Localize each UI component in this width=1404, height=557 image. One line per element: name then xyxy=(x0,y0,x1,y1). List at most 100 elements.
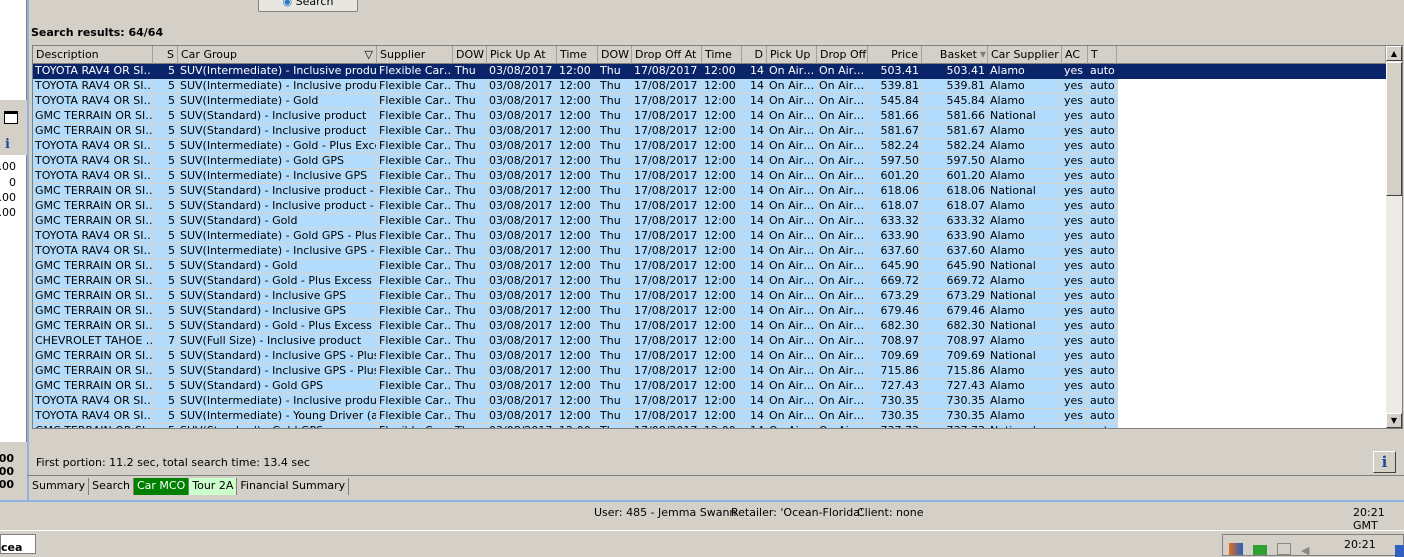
table-row[interactable]: TOYOTA RAV4 OR SI… 5 SUV(Intermediate) - I… xyxy=(33,79,1386,94)
table-row[interactable]: GMC TERRAIN OR SI… 5 SUV(Standard) - Inclu… xyxy=(33,109,1386,124)
cell-car-group: SUV(Standard) - Gold - Plus Excess R… xyxy=(178,319,377,334)
table-row[interactable]: GMC TERRAIN OR SI… 5 SUV(Standard) - Inclu… xyxy=(33,199,1386,214)
cell-dropoff-location: On Air… xyxy=(817,124,868,139)
tray-app-icon[interactable] xyxy=(1229,543,1243,555)
table-row[interactable]: GMC TERRAIN OR SI… 5 SUV(Standard) - Inclu… xyxy=(33,349,1386,364)
cell-price: 645.90 xyxy=(868,259,922,274)
info-icon[interactable]: i xyxy=(5,137,10,152)
cell-description: TOYOTA RAV4 OR SI… xyxy=(33,154,153,169)
cell-seats: 5 xyxy=(153,229,178,244)
info-button[interactable]: i xyxy=(1373,451,1396,473)
table-row[interactable]: GMC TERRAIN OR SI… 5 SUV(Standard) - Inclu… xyxy=(33,364,1386,379)
tab-search[interactable]: Search xyxy=(89,478,134,495)
tab-tour-2a[interactable]: Tour 2A xyxy=(189,478,238,495)
column-header-seats[interactable]: S xyxy=(153,46,178,64)
cell-dropoff-dow: Thu xyxy=(598,154,632,169)
column-header-basket[interactable]: Basket ▼ xyxy=(922,46,988,64)
table-row[interactable]: GMC TERRAIN OR SI… 5 SUV(Standard) - Inclu… xyxy=(33,289,1386,304)
scroll-thumb[interactable] xyxy=(1386,62,1402,196)
table-row[interactable]: GMC TERRAIN OR SI… 5 SUV(Standard) - Inclu… xyxy=(33,124,1386,139)
cell-description: TOYOTA RAV4 OR SI… xyxy=(33,94,153,109)
column-header-supplier[interactable]: Supplier xyxy=(377,46,453,64)
cell-days: 14 xyxy=(742,79,767,94)
table-row[interactable]: TOYOTA RAV4 OR SI… 5 SUV(Intermediate) - G… xyxy=(33,94,1386,109)
show-desktop-icon[interactable] xyxy=(1395,545,1404,557)
table-row[interactable]: GMC TERRAIN OR SI…5SUV(Standard) - Gold … xyxy=(33,274,1386,289)
results-grid: Description S Car Group ▽ Supplier DOW Pick Up… xyxy=(32,45,1403,429)
table-row[interactable]: TOYOTA RAV4 OR SI… 5 SUV(Intermediate) - I… xyxy=(33,169,1386,184)
column-header-car-supplier[interactable]: Car Supplier xyxy=(988,46,1062,64)
column-header-price[interactable]: Price xyxy=(868,46,922,64)
tab-car-mco[interactable]: Car MCO xyxy=(133,478,190,495)
cell-supplier: Flexible Car… xyxy=(377,274,453,289)
scroll-down-button[interactable]: ▼ xyxy=(1386,413,1402,428)
table-row[interactable]: TOYOTA RAV4 OR SI… 5 SUV(Intermediate) - G… xyxy=(33,139,1386,154)
table-row[interactable]: TOYOTA RAV4 OR SI… 5 SUV(Intermediate) - Y… xyxy=(33,409,1386,424)
table-row[interactable]: GMC TERRAIN OR SI… 5 SUV(Standard) - Gold F… xyxy=(33,214,1386,229)
cell-dropoff-at: 17/08/2017 xyxy=(632,79,702,94)
vertical-scrollbar[interactable]: ▲ ▼ xyxy=(1386,46,1402,428)
cell-pickup-time: 12:00 xyxy=(557,139,598,154)
filter-icon[interactable]: ▽ xyxy=(365,46,373,63)
table-row[interactable]: GMC TERRAIN OR SI…5SUV(Standard) - Gold … xyxy=(33,379,1386,394)
scroll-up-button[interactable]: ▲ xyxy=(1386,46,1402,61)
cell-pickup-at: 03/08/2017 xyxy=(487,244,557,259)
cell-dropoff-time: 12:00 xyxy=(702,304,742,319)
tray-device-icon[interactable] xyxy=(1277,543,1291,555)
cell-dropoff-location: On Air… xyxy=(817,139,868,154)
cell-dropoff-dow: Thu xyxy=(598,199,632,214)
column-header-dropoff-at[interactable]: Drop Off At xyxy=(632,46,702,64)
left-value: .00 xyxy=(0,206,16,219)
cell-description: TOYOTA RAV4 OR SI… xyxy=(33,169,153,184)
table-row[interactable]: GMC TERRAIN OR SI… 5 SUV(Standard) - Inclu… xyxy=(33,184,1386,199)
tab-summary[interactable]: Summary xyxy=(29,478,90,495)
taskbar-item[interactable]: cea xyxy=(0,534,36,554)
cell-pickup-time: 12:00 xyxy=(557,349,598,364)
table-row[interactable]: CHEVROLET TAHOE … 7 SUV(Full Size) - Inclu… xyxy=(33,334,1386,349)
table-row[interactable]: GMC TERRAIN OR SI…5SUV(Standard) - Gold … xyxy=(33,424,1386,428)
cell-dropoff-location: On Air… xyxy=(817,304,868,319)
cell-dropoff-location: On Air… xyxy=(817,349,868,364)
window-restore-icon[interactable] xyxy=(4,111,18,124)
tray-network-icon[interactable] xyxy=(1253,545,1267,555)
search-button[interactable]: ◉ Search xyxy=(258,0,358,12)
column-header-dropoff-location[interactable]: Drop Off xyxy=(817,46,868,64)
column-header-description[interactable]: Description xyxy=(33,46,153,64)
left-side-panel: i .00 0 .00 .00 00 00 00 xyxy=(0,0,27,500)
column-header-filler xyxy=(1117,46,1386,64)
table-row[interactable]: GMC TERRAIN OR SI… 5 SUV(Standard) - Inclu… xyxy=(33,304,1386,319)
table-row[interactable]: TOYOTA RAV4 OR SI… 5 SUV(Intermediate) - I… xyxy=(33,244,1386,259)
column-header-pickup-location[interactable]: Pick Up xyxy=(767,46,817,64)
tray-clock[interactable]: 20:21 xyxy=(1344,538,1376,551)
table-row[interactable]: GMC TERRAIN OR SI…5SUV(Standard) - Gold … xyxy=(33,319,1386,334)
column-header-ac[interactable]: AC xyxy=(1062,46,1088,64)
column-header-car-group[interactable]: Car Group ▽ xyxy=(178,46,377,64)
cell-days: 14 xyxy=(742,394,767,409)
cell-car-group: SUV(Intermediate) - Inclusive product… xyxy=(178,79,377,94)
table-row[interactable]: TOYOTA RAV4 OR SI… 5 SUV(Intermediate) - I… xyxy=(33,64,1386,79)
cell-pickup-location: On Air… xyxy=(767,289,817,304)
tab-financial-summary[interactable]: Financial Summary xyxy=(237,478,350,495)
cell-seats: 5 xyxy=(153,394,178,409)
cell-dropoff-at: 17/08/2017 xyxy=(632,304,702,319)
tray-volume-icon[interactable]: ◀ xyxy=(1301,544,1309,557)
cell-days: 14 xyxy=(742,349,767,364)
column-header-pickup-at[interactable]: Pick Up At xyxy=(487,46,557,64)
cell-description: TOYOTA RAV4 OR SI… xyxy=(33,244,153,259)
column-header-pickup-dow[interactable]: DOW xyxy=(453,46,487,64)
column-header-dropoff-dow[interactable]: DOW xyxy=(598,46,632,64)
cell-dropoff-dow: Thu xyxy=(598,319,632,334)
cell-dropoff-time: 12:00 xyxy=(702,169,742,184)
table-row[interactable]: GMC TERRAIN OR SI… 5 SUV(Standard) - Gold F… xyxy=(33,259,1386,274)
column-header-days[interactable]: D xyxy=(742,46,767,64)
column-header-dropoff-time[interactable]: Time xyxy=(702,46,742,64)
column-header-pickup-time[interactable]: Time xyxy=(557,46,598,64)
cell-basket: 679.46 xyxy=(922,304,988,319)
table-row[interactable]: TOYOTA RAV4 OR SI… 5 SUV(Intermediate) - I… xyxy=(33,394,1386,409)
sort-desc-icon: ▼ xyxy=(979,50,986,59)
column-header-transmission[interactable]: T xyxy=(1088,46,1117,64)
cell-pickup-location: On Air… xyxy=(767,274,817,289)
table-row[interactable]: TOYOTA RAV4 OR SI… 5 SUV(Intermediate) - G… xyxy=(33,154,1386,169)
table-row[interactable]: TOYOTA RAV4 OR SI… 5 SUV(Intermediate) - G… xyxy=(33,229,1386,244)
cell-dropoff-at: 17/08/2017 xyxy=(632,334,702,349)
